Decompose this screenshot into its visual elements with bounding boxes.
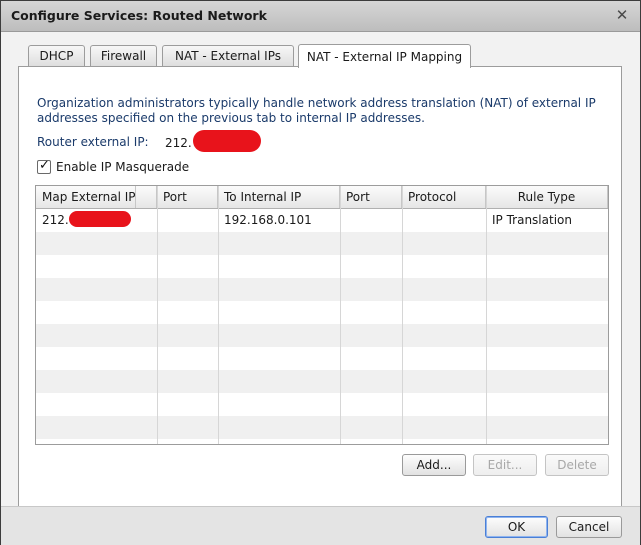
column-divider <box>402 186 403 444</box>
table-row-empty <box>36 278 608 301</box>
table-row-empty <box>36 416 608 439</box>
table-row-empty <box>36 301 608 324</box>
cell-external-port <box>157 209 218 232</box>
tab-firewall[interactable]: Firewall <box>90 45 157 66</box>
edit-button[interactable]: Edit... <box>473 454 537 476</box>
table-row-empty <box>36 439 608 444</box>
dialog-footer: OK Cancel <box>1 506 640 545</box>
router-external-ip-value: 212. <box>165 130 261 152</box>
column-divider <box>486 186 487 444</box>
table-row-empty <box>36 393 608 416</box>
add-button[interactable]: Add... <box>402 454 466 476</box>
table-row-empty <box>36 232 608 255</box>
delete-button[interactable]: Delete <box>545 454 609 476</box>
column-resize-spacer <box>136 186 157 208</box>
column-header-rule-type[interactable]: Rule Type <box>486 186 608 208</box>
table-row-empty <box>36 255 608 278</box>
table-row[interactable]: 212. 192.168.0.101 IP Translation <box>36 209 608 232</box>
tab-dhcp[interactable]: DHCP <box>28 45 85 66</box>
cell-rule-type: IP Translation <box>492 213 572 227</box>
column-header-to-internal-ip[interactable]: To Internal IP <box>218 186 340 208</box>
column-header-map-external-ip[interactable]: Map External IP <box>36 186 136 208</box>
ip-masquerade-checkbox[interactable]: ✓ <box>37 158 51 174</box>
router-external-ip-label: Router external IP: <box>37 135 149 149</box>
column-divider <box>157 186 158 444</box>
cancel-button[interactable]: Cancel <box>556 516 622 538</box>
table-row-empty <box>36 347 608 370</box>
nat-mapping-table[interactable]: Map External IP Port To Internal IP Port… <box>35 185 609 445</box>
dialog-title: Configure Services: Routed Network <box>11 8 267 23</box>
tab-nat-external-ip-mapping[interactable]: NAT - External IP Mapping <box>298 44 471 68</box>
tab-nat-external-ips[interactable]: NAT - External IPs <box>162 45 294 66</box>
close-icon[interactable]: ✕ <box>614 7 630 23</box>
router-ip-prefix: 212. <box>165 136 192 150</box>
column-divider <box>218 186 219 444</box>
table-row-empty <box>36 324 608 347</box>
checkmark-icon: ✓ <box>39 158 50 173</box>
external-ip-prefix: 212. <box>42 213 69 227</box>
redaction-mark <box>68 211 131 227</box>
redaction-mark <box>192 130 261 152</box>
cell-internal-port <box>340 209 402 232</box>
nat-mapping-panel: Organization administrators typically ha… <box>18 66 622 522</box>
cell-protocol <box>402 209 486 232</box>
cell-external-ip: 212. <box>36 209 157 232</box>
dialog-content: DHCP Firewall NAT - External IPs NAT - E… <box>1 32 640 522</box>
table-row-empty <box>36 370 608 393</box>
table-header: Map External IP Port To Internal IP Port… <box>36 186 608 209</box>
ok-button[interactable]: OK <box>485 516 548 538</box>
column-header-port[interactable]: Port <box>157 186 218 208</box>
column-header-port-internal[interactable]: Port <box>340 186 402 208</box>
cell-internal-ip: 192.168.0.101 <box>224 213 312 227</box>
configure-services-dialog: Configure Services: Routed Network ✕ DHC… <box>0 0 641 545</box>
column-header-protocol[interactable]: Protocol <box>402 186 486 208</box>
panel-description: Organization administrators typically ha… <box>37 96 596 125</box>
ip-masquerade-label: Enable IP Masquerade <box>56 160 190 174</box>
title-bar[interactable]: Configure Services: Routed Network ✕ <box>1 1 640 32</box>
column-divider <box>340 186 341 444</box>
